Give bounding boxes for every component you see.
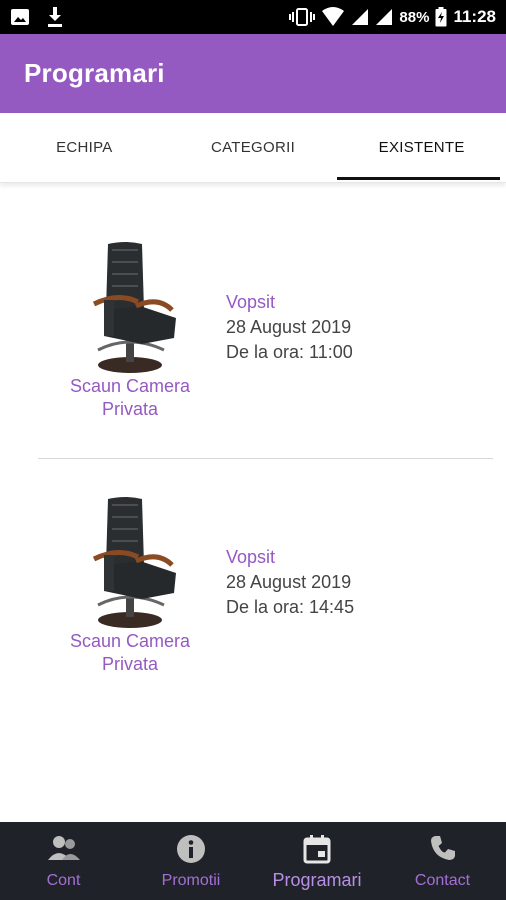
appointment-item[interactable]: Scaun Camera Privata Vopsit 28 August 20… <box>0 440 506 690</box>
nav-cont[interactable]: Cont <box>0 822 127 900</box>
status-bar: 88% 11:28 <box>0 0 506 34</box>
image-icon <box>10 7 30 27</box>
phone-icon <box>429 834 457 867</box>
armchair-image <box>92 242 176 373</box>
tab-bar: ECHIPA CATEGORII EXISTENTE <box>0 113 506 183</box>
appointment-time: De la ora: 14:45 <box>226 597 355 617</box>
service-name: Vopsit <box>226 292 276 312</box>
appointment-details: Vopsit 28 August 2019 De la ora: 11:00 <box>226 290 353 365</box>
wifi-icon <box>321 7 345 27</box>
appointment-details: Vopsit 28 August 2019 De la ora: 14:45 <box>226 545 354 620</box>
page-title: Programari <box>24 58 165 88</box>
download-icon <box>46 6 64 28</box>
nav-promotii[interactable]: Promotii <box>127 822 255 900</box>
tab-categorii[interactable]: CATEGORII <box>169 113 338 182</box>
nav-contact[interactable]: Contact <box>379 822 506 900</box>
nav-label: Programari <box>272 870 362 890</box>
service-name: Vopsit <box>226 547 276 567</box>
item-name: Scaun Camera Privata <box>69 631 191 674</box>
cell-signal-icon <box>375 8 393 26</box>
nav-label: Cont <box>46 872 81 889</box>
app-bar: Programari <box>0 34 506 113</box>
battery-charging-icon <box>435 7 447 27</box>
nav-programari[interactable]: Programari <box>255 822 379 900</box>
tab-echipa[interactable]: ECHIPA <box>0 113 169 182</box>
nav-label: Promotii <box>161 872 221 889</box>
appointment-date: 28 August 2019 <box>226 317 352 337</box>
nav-label: Contact <box>414 872 471 889</box>
item-name: Scaun Camera Privata <box>69 376 191 419</box>
armchair-image <box>92 497 176 628</box>
appointment-item[interactable]: Scaun Camera Privata Vopsit 28 August 20… <box>0 185 506 435</box>
battery-percent: 88% <box>399 8 430 26</box>
vibrate-icon <box>289 7 316 27</box>
tab-existente[interactable]: EXISTENTE <box>337 113 506 182</box>
calendar-icon <box>303 834 331 869</box>
bottom-navigation: Cont Promotii Programari Contact <box>0 822 506 900</box>
account-icon <box>47 834 80 867</box>
appointments-list: Scaun Camera Privata Vopsit 28 August 20… <box>0 185 506 821</box>
info-icon <box>176 834 206 869</box>
appointment-time: De la ora: 11:00 <box>226 342 353 362</box>
clock: 11:28 <box>453 7 496 26</box>
appointment-date: 28 August 2019 <box>226 572 352 592</box>
cell-signal-icon <box>351 8 369 26</box>
